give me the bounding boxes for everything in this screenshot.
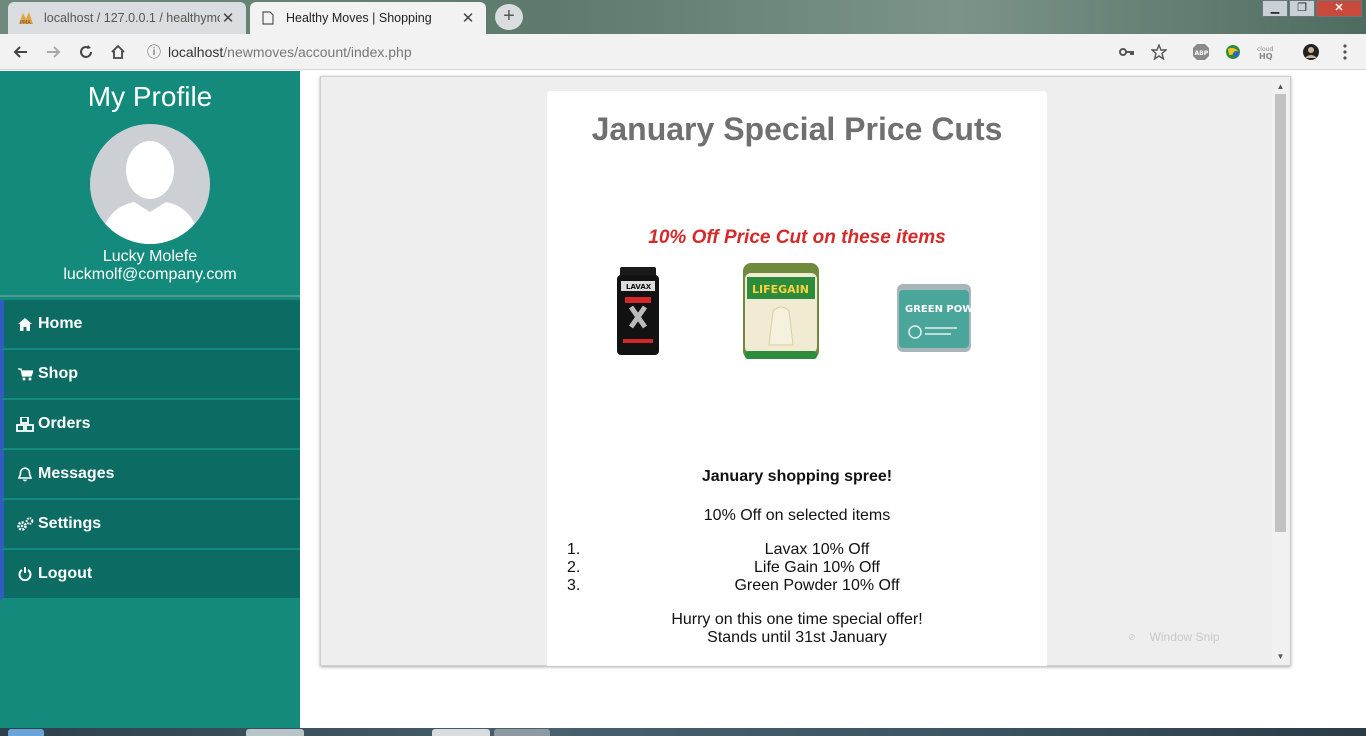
page-icon — [260, 10, 276, 26]
reload-icon[interactable] — [75, 41, 97, 63]
url-path: /newmoves/account/index.php — [223, 44, 412, 60]
tab-label: Healthy Moves | Shopping — [286, 11, 432, 25]
product-label: GREEN POWER — [905, 304, 971, 315]
promo-title: January Special Price Cuts — [591, 111, 1003, 147]
offer-list: 1. Lavax 10% Off 2. Life Gain 10% Off 3.… — [567, 541, 1037, 595]
phpmyadmin-icon: PMA — [18, 10, 34, 26]
hurry-line-2: Stands until 31st January — [707, 629, 887, 646]
os-taskbar — [0, 728, 1366, 736]
spree-heading: January shopping spree! — [701, 468, 893, 485]
sidebar-divider — [0, 295, 300, 297]
window-snip-overlay: ⊘ Window Snip — [1124, 626, 1290, 648]
browser-tabstrip: PMA localhost / 127.0.0.1 / healthymo ✕ … — [0, 0, 1366, 34]
svg-text:ABP: ABP — [1195, 50, 1209, 57]
sidebar-item-label: Messages — [38, 465, 115, 482]
avatar — [90, 124, 210, 244]
cart-icon — [16, 366, 34, 382]
info-icon[interactable]: ⓘ — [140, 42, 168, 62]
sidebar-item-home[interactable]: Home — [0, 300, 300, 350]
address-bar[interactable]: ⓘ localhost/newmoves/account/index.php — [140, 38, 1180, 66]
url-host: localhost — [168, 44, 224, 60]
sidebar-item-label: Logout — [38, 565, 93, 582]
star-icon[interactable] — [1150, 43, 1168, 61]
tab-close-icon[interactable]: ✕ — [220, 9, 236, 27]
sidebar-item-label: Home — [38, 315, 83, 332]
scroll-thumb[interactable] — [1275, 94, 1286, 532]
new-tab-button[interactable]: + — [495, 4, 523, 30]
key-icon[interactable] — [1118, 43, 1136, 61]
sidebar-menu: Home Shop Orders Messages Settings Logou… — [0, 300, 300, 600]
product-label: LAVAX — [626, 283, 652, 291]
hurry-line-1: Hurry on this one time special offer! — [671, 611, 923, 628]
sidebar-item-shop[interactable]: Shop — [0, 350, 300, 400]
adblock-icon[interactable]: ABP — [1192, 43, 1210, 61]
user-avatar-icon[interactable] — [1302, 43, 1320, 61]
tab-close-icon[interactable]: ✕ — [460, 9, 476, 27]
sidebar-item-orders[interactable]: Orders — [0, 400, 300, 450]
list-text: Lavax 10% Off — [764, 541, 870, 558]
list-number: 2. — [567, 559, 581, 576]
cloudhq-icon[interactable]: cloud HQ — [1256, 43, 1274, 61]
tab-healthy-moves[interactable]: Healthy Moves | Shopping ✕ — [250, 2, 486, 34]
svg-text:HQ: HQ — [1259, 52, 1273, 60]
promo-banner-text: 10% Off Price Cut on these items — [648, 227, 946, 248]
offer-line: 10% Off on selected items — [703, 507, 891, 524]
tab-phpmyadmin[interactable]: PMA localhost / 127.0.0.1 / healthymo ✕ — [8, 2, 246, 34]
home-icon — [16, 316, 34, 332]
gears-icon — [16, 516, 34, 532]
back-arrow-icon[interactable] — [10, 41, 32, 63]
list-item: 3. Green Powder 10% Off — [567, 577, 1037, 595]
home-icon[interactable] — [107, 41, 129, 63]
power-icon — [16, 566, 34, 582]
list-text: Life Gain 10% Off — [754, 559, 880, 576]
maximize-button[interactable]: ❐ — [1289, 0, 1315, 17]
bell-icon — [16, 466, 34, 482]
profile-title: My Profile — [87, 81, 213, 112]
user-name: Lucky Molefe — [102, 248, 198, 265]
sidebar-item-label: Orders — [38, 415, 91, 432]
list-item: 1. Lavax 10% Off — [567, 541, 1037, 559]
sidebar-item-messages[interactable]: Messages — [0, 450, 300, 500]
forward-arrow-icon[interactable] — [42, 41, 64, 63]
cubes-icon — [16, 416, 34, 432]
list-number: 1. — [567, 541, 581, 558]
svg-text:PMA: PMA — [20, 20, 31, 25]
tab-label: localhost / 127.0.0.1 / healthymo — [44, 11, 220, 25]
sidebar-item-logout[interactable]: Logout — [0, 550, 300, 600]
window-snip-label: Window Snip — [1149, 630, 1220, 644]
snip-icon: ⊘ — [1128, 631, 1136, 642]
list-text: Green Powder 10% Off — [734, 577, 900, 594]
browser-toolbar: ⓘ localhost/newmoves/account/index.php A… — [0, 34, 1366, 70]
sidebar-item-label: Shop — [38, 365, 78, 382]
product-image-lifegain[interactable]: LIFEGAIN — [743, 263, 819, 366]
content-scrollbar[interactable]: ▲ ▼ — [1272, 80, 1289, 664]
user-silhouette-icon — [100, 141, 200, 244]
promo-card: January Special Price Cuts 10% Off Price… — [547, 91, 1047, 666]
taskbar-app[interactable] — [246, 729, 304, 736]
sidebar-item-settings[interactable]: Settings — [0, 500, 300, 550]
taskbar-app[interactable] — [494, 729, 550, 736]
product-image-green-power[interactable]: GREEN POWER — [897, 284, 988, 357]
start-button[interactable] — [8, 729, 44, 736]
scroll-down-arrow-icon[interactable]: ▼ — [1272, 650, 1289, 664]
user-email: luckmolf@company.com — [63, 266, 237, 283]
list-item: 2. Life Gain 10% Off — [567, 559, 1037, 577]
list-number: 3. — [567, 577, 581, 594]
sidebar-item-label: Settings — [38, 515, 102, 532]
taskbar-app[interactable] — [432, 729, 490, 736]
minimize-button[interactable]: ▁ — [1262, 0, 1288, 17]
hurry-text: Hurry on this one time special offer! St… — [547, 611, 1047, 647]
window-close-button[interactable]: ✕ — [1316, 0, 1362, 17]
product-image-lavax[interactable]: LAVAX — [617, 267, 659, 362]
menu-kebab-icon[interactable] — [1336, 43, 1354, 61]
product-label: LIFEGAIN — [752, 283, 809, 296]
scroll-up-arrow-icon[interactable]: ▲ — [1272, 80, 1289, 94]
sidebar: My Profile Lucky Molefe luckmolf@company… — [0, 71, 300, 728]
globe-extension-icon[interactable] — [1224, 43, 1242, 61]
